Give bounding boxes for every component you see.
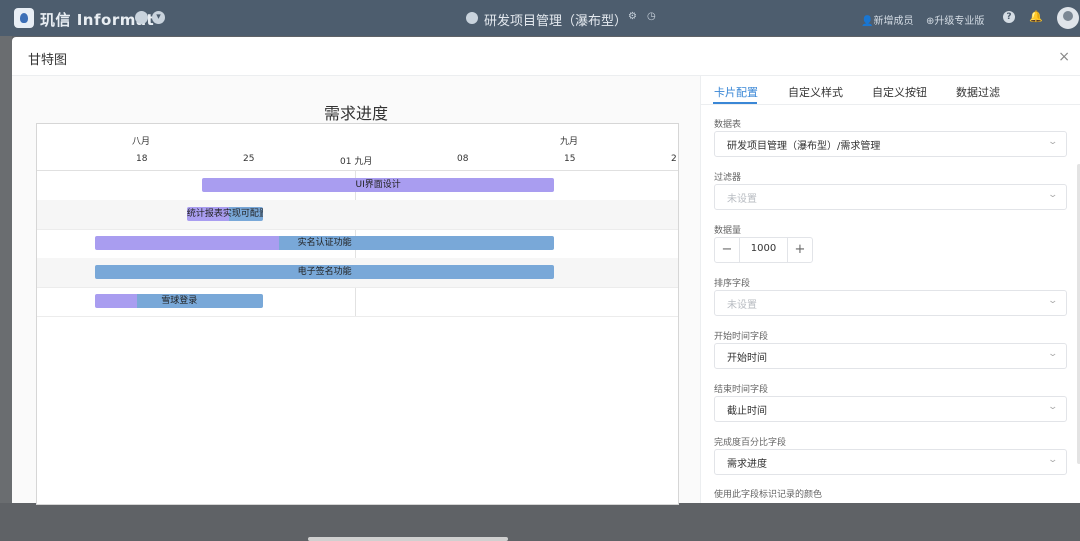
clock-icon[interactable]: ◷: [647, 11, 656, 22]
avatar[interactable]: [1057, 7, 1079, 29]
tab-data-filter[interactable]: 数据过滤: [956, 84, 1000, 100]
end-field-value: 截止时间: [727, 406, 767, 417]
chevron-down-icon: ⌄: [1047, 402, 1059, 412]
chevron-down-icon: ⌄: [1047, 296, 1059, 306]
day-tick-label: 08: [457, 154, 469, 164]
filter-label: 过滤器: [714, 173, 742, 183]
table-select[interactable]: 研发项目管理（瀑布型）/需求管理 ⌄: [714, 131, 1067, 157]
gantt-row: [37, 200, 678, 230]
project-icon: [466, 12, 478, 24]
tab-custom-button[interactable]: 自定义按钮: [872, 84, 927, 100]
project-title[interactable]: 研发项目管理（瀑布型）: [484, 10, 627, 29]
background-page: [0, 36, 12, 503]
start-field-label: 开始时间字段: [714, 332, 769, 342]
bell-icon[interactable]: 🔔: [1029, 11, 1043, 23]
task-label: 雪球登录: [161, 296, 198, 306]
day-tick-label: 2: [671, 154, 677, 164]
day-tick-label: 15: [564, 154, 576, 164]
chevron-down-icon: ⌄: [1047, 190, 1059, 200]
settings-panel: 卡片配置 自定义样式 自定义按钮 数据过滤 数据表 研发项目管理（瀑布型）/需求…: [700, 76, 1080, 503]
decrement-button[interactable]: −: [715, 238, 740, 262]
month-label: 九月: [560, 137, 579, 147]
gantt-task-bar[interactable]: 实名认证功能: [95, 236, 555, 250]
help-icon[interactable]: ?: [1003, 11, 1015, 23]
count-label: 数据量: [714, 226, 742, 236]
task-label: UI界面设计: [355, 180, 401, 190]
count-value[interactable]: 1000: [739, 243, 788, 254]
sort-select[interactable]: 未设置 ⌄: [714, 290, 1067, 316]
table-value: 研发项目管理（瀑布型）/需求管理: [727, 141, 881, 152]
increment-button[interactable]: +: [787, 238, 812, 262]
progress-field-select[interactable]: 需求进度 ⌄: [714, 449, 1067, 475]
progress-fill: [95, 236, 279, 250]
task-label: 电子签名功能: [297, 267, 352, 277]
day-tick-label: 18: [136, 154, 148, 164]
end-field-select[interactable]: 截止时间 ⌄: [714, 396, 1067, 422]
user-plus-icon: 👤: [861, 16, 874, 27]
filter-select[interactable]: 未设置 ⌄: [714, 184, 1067, 210]
tab-card-config[interactable]: 卡片配置: [714, 84, 758, 100]
day-tick-label: 25: [243, 154, 255, 164]
gear-icon[interactable]: ⚙: [628, 11, 637, 22]
chevron-down-icon: ⌄: [1047, 455, 1059, 465]
progress-field-value: 需求进度: [727, 459, 767, 470]
chevron-down-icon: ⌄: [1047, 349, 1059, 359]
sort-placeholder: 未设置: [727, 300, 757, 311]
upgrade-button[interactable]: ⊕升级专业版: [926, 12, 984, 27]
chevron-down-icon: ⌄: [1047, 137, 1059, 147]
tab-custom-style[interactable]: 自定义样式: [788, 84, 843, 100]
app-logo-icon[interactable]: [14, 8, 34, 28]
close-icon[interactable]: ×: [1058, 49, 1070, 65]
start-field-value: 开始时间: [727, 353, 767, 364]
gantt-modal: 甘特图 × 需求进度 八月 九月 18 25 01 九月 08 15 2 UI界面设计统计报表实…: [12, 37, 1080, 541]
chart-title: 需求进度: [323, 104, 388, 123]
tabs-divider: [701, 104, 1080, 105]
gantt-task-bar[interactable]: 雪球登录: [95, 294, 264, 308]
new-member-button[interactable]: 👤新增成员: [861, 12, 913, 27]
chevron-down-icon[interactable]: ▾: [152, 11, 165, 24]
remaining-fill: [137, 294, 264, 308]
gantt-task-bar[interactable]: UI界面设计: [202, 178, 555, 192]
table-label: 数据表: [714, 120, 742, 130]
day-tick-label: 01 九月: [340, 157, 373, 167]
task-label: 实名认证功能: [297, 238, 352, 248]
progress-fill: [95, 294, 138, 308]
top-app-bar: 玑信 Informat ▾ 研发项目管理（瀑布型） ⚙ ◷ 👤新增成员 ⊕升级专…: [0, 0, 1080, 36]
progress-field-label: 完成度百分比字段: [714, 438, 787, 448]
task-label: 统计报表实现可配置功能: [186, 209, 264, 219]
gantt-chart[interactable]: 八月 九月 18 25 01 九月 08 15 2 UI界面设计统计报表实现可配置功能实名认证功…: [36, 123, 679, 505]
gantt-task-bar[interactable]: 统计报表实现可配置功能: [186, 207, 264, 221]
filter-placeholder: 未设置: [727, 194, 757, 205]
end-field-label: 结束时间字段: [714, 385, 769, 395]
modal-title: 甘特图: [28, 53, 68, 68]
month-label: 八月: [132, 137, 151, 147]
user-switch-icon[interactable]: [135, 11, 148, 24]
color-field-label: 使用此字段标识记录的颜色: [714, 490, 823, 500]
chart-panel: 需求进度 八月 九月 18 25 01 九月 08 15 2 UI界面设计统计报表实现可配置功能…: [12, 76, 700, 541]
horizontal-scrollbar[interactable]: [308, 537, 508, 541]
start-field-select[interactable]: 开始时间 ⌄: [714, 343, 1067, 369]
quantity-stepper[interactable]: − 1000 +: [714, 237, 813, 263]
gantt-task-bar[interactable]: 电子签名功能: [95, 265, 555, 279]
sort-label: 排序字段: [714, 279, 751, 289]
